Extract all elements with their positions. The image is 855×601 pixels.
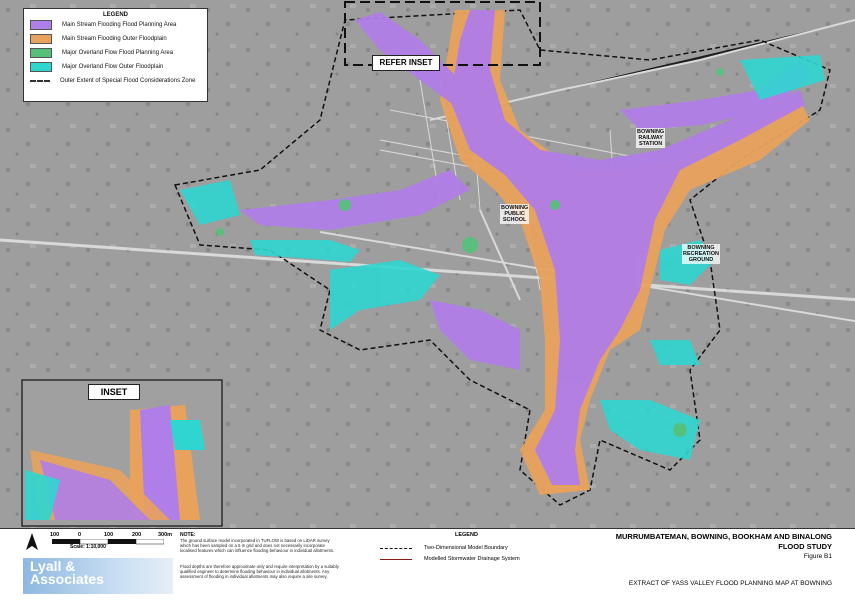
footer-legend-title: LEGEND: [455, 532, 478, 538]
footer-legend-label: Two-Dimensional Model Boundary: [424, 545, 508, 551]
legend-label: Major Overland Flow Outer Floodplain: [62, 64, 164, 70]
swatch-purple: [30, 20, 52, 30]
scale-tick: 300m: [158, 532, 173, 538]
refer-inset-label: REFER INSET: [372, 55, 440, 71]
scale-tick: 100: [50, 532, 60, 538]
inset-label: INSET: [88, 384, 140, 400]
scale-tick: 200: [132, 532, 142, 538]
legend-item-main-outer: Main Stream Flooding Outer Floodplain: [24, 32, 207, 46]
figure-number: Figure B1: [803, 553, 832, 560]
place-bowning-recreation-ground: BOWNING RECREATION GROUND: [682, 244, 720, 264]
legend-label: Outer Extent of Special Flood Considerat…: [60, 78, 196, 84]
legend-label: Major Overland Flow Flood Planning Area: [62, 50, 174, 56]
legend-item-overland-planning: Major Overland Flow Flood Planning Area: [24, 46, 207, 60]
swatch-green: [30, 48, 52, 58]
swatch-cyan: [30, 62, 52, 72]
north-arrow-icon: [26, 533, 38, 550]
legend-item-main-planning: Main Stream Flooding Flood Planning Area: [24, 18, 207, 32]
study-title: MURRUMBATEMAN, BOWNING, BOOKHAM AND BINA…: [615, 532, 832, 541]
legend-label: Main Stream Flooding Flood Planning Area: [62, 22, 177, 28]
swatch-dashed-line: [30, 80, 50, 82]
study-subtitle: FLOOD STUDY: [778, 542, 832, 551]
map-legend: LEGEND Main Stream Flooding Flood Planni…: [23, 8, 208, 102]
dashed-line-symbol: [380, 547, 412, 549]
inset-panel[interactable]: [21, 379, 223, 527]
note-paragraph-1: The ground surface model incorporated in…: [180, 538, 335, 553]
footer-legend-boundary: Two-Dimensional Model Boundary: [380, 545, 508, 551]
footer-legend-drainage: Modelled Stormwater Drainage System: [380, 556, 520, 562]
place-bowning-public-school: BOWNING PUBLIC SCHOOL: [500, 204, 530, 224]
scale-tick: 0: [78, 532, 82, 538]
drainage-line-symbol: [380, 558, 412, 560]
scale-bar: [52, 539, 164, 545]
place-bowning-railway-station: BOWNING RAILWAY STATION: [636, 128, 666, 148]
legend-label: Main Stream Flooding Outer Floodplain: [62, 36, 167, 42]
footer-legend-label: Modelled Stormwater Drainage System: [424, 556, 520, 562]
scale-tick: 100: [104, 532, 114, 538]
legend-item-overland-outer: Major Overland Flow Outer Floodplain: [24, 60, 207, 74]
legend-item-special-zone: Outer Extent of Special Flood Considerat…: [24, 74, 207, 88]
swatch-orange: [30, 34, 52, 44]
map-extract-title: EXTRACT OF YASS VALLEY FLOOD PLANNING MA…: [628, 580, 832, 587]
scale-text: Scale: 1:10,000: [70, 544, 106, 550]
logo-text: Lyall & Associates: [30, 558, 104, 587]
note-paragraph-2: Flood depths are therefore approximate o…: [180, 564, 339, 579]
